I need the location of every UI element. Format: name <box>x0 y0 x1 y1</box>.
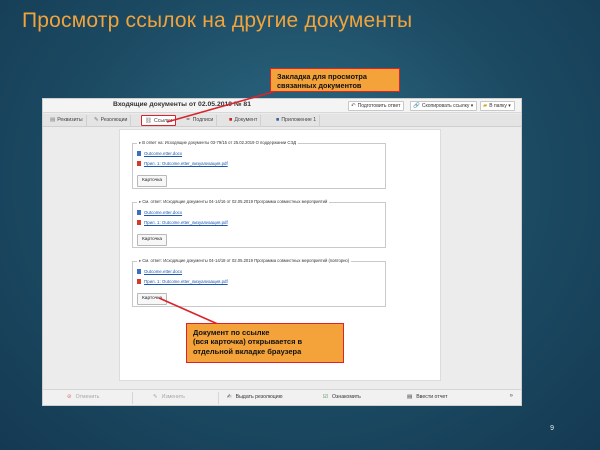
pdf-icon: ■ <box>229 117 233 123</box>
to-folder-button[interactable]: ▰ В папку ▾ <box>480 101 515 111</box>
resolution-icon: ✎ <box>94 117 99 123</box>
pdf-icon <box>137 220 141 225</box>
pdf-icon <box>137 161 141 166</box>
check-icon: ☑ <box>323 394 328 400</box>
enter-report-button[interactable]: ▤ Ввести отчет <box>407 394 448 400</box>
collapse-icon[interactable]: ▸ <box>139 199 141 204</box>
acquaint-button[interactable]: ☑ Ознакомить <box>323 394 361 400</box>
docx-icon <box>137 269 141 274</box>
toolbar-divider <box>218 392 219 404</box>
issue-resolution-button[interactable]: ✍ Выдать резолюцию <box>227 394 283 400</box>
file-link[interactable]: Outcome.etter.docx <box>137 269 182 274</box>
tab-resolutions[interactable]: ✎ Резолюции <box>91 115 132 126</box>
tab-signatures[interactable]: ✒ Подписи <box>183 115 218 126</box>
file-link[interactable]: Outcome.etter.docx <box>137 210 182 215</box>
more-actions-button[interactable]: » <box>510 393 513 399</box>
details-icon: ▤ <box>50 117 56 123</box>
link-group: ▸См. ответ: Исходящие документы 04-14/18… <box>132 258 386 307</box>
card-button[interactable]: Карточка <box>137 175 168 187</box>
collapse-icon[interactable]: ▸ <box>139 140 141 145</box>
tab-attachment[interactable]: ■ Приложение 1 <box>273 115 321 126</box>
slide-title: Просмотр ссылок на другие документы <box>22 9 413 32</box>
prepare-reply-button[interactable]: ↶ Подготовить ответ <box>348 101 405 111</box>
link-group: ▸См. ответ: Исходящие документы 04-14/16… <box>132 199 386 248</box>
file-link[interactable]: Прил. 1: Outcome.etter_визуализация.pdf <box>137 220 228 225</box>
link-group: ▸В ответ на: Исходящие документы 03-79/1… <box>132 140 386 189</box>
resolution-icon: ✍ <box>227 394 232 400</box>
tab-details[interactable]: ▤ Реквизиты <box>47 115 87 126</box>
file-link[interactable]: Outcome.etter.docx <box>137 151 182 156</box>
toolbar-divider <box>132 392 133 404</box>
link-icon: 🔗 <box>413 103 420 109</box>
tab-document[interactable]: ■ Документ <box>226 115 262 126</box>
report-icon: ▤ <box>407 394 413 400</box>
callout-links-tab: Закладка для просмотра связанных докумен… <box>270 68 400 92</box>
reply-icon: ↶ <box>351 103 356 109</box>
document-header: Входящие документы от 02.05.2019 № 81 ↶ П… <box>43 99 521 113</box>
link-group-legend: ▸В ответ на: Исходящие документы 03-79/1… <box>137 140 299 146</box>
page-number: 9 <box>550 425 554 432</box>
docx-icon <box>137 210 141 215</box>
pen-icon: ✒ <box>186 117 191 123</box>
edit-icon: ✎ <box>153 394 158 400</box>
edit-button[interactable]: ✎ Изменить <box>153 394 185 400</box>
link-icon: ⛓ <box>145 118 152 124</box>
folder-icon: ▰ <box>483 103 488 109</box>
tab-bar: ▤ Реквизиты ✎ Резолюции ⛓ Ссылки ✒ Подписи ■… <box>43 114 521 127</box>
docx-icon <box>137 151 141 156</box>
card-button[interactable]: Карточка <box>137 234 168 246</box>
link-group-legend: ▸См. ответ: Исходящие документы 04-14/16… <box>137 199 330 205</box>
document-title: Входящие документы от 02.05.2019 № 81 <box>113 101 251 108</box>
file-link[interactable]: Прил. 1: Outcome.etter_визуализация.pdf <box>137 279 228 284</box>
pdf-icon <box>137 279 141 284</box>
copy-link-button[interactable]: 🔗 Скопировать ссылку ▾ <box>410 101 478 111</box>
link-group-legend: ▸См. ответ: Исходящие документы 04-14/18… <box>137 258 352 264</box>
tab-links[interactable]: ⛓ Ссылки <box>141 115 177 126</box>
file-link[interactable]: Прил. 1: Outcome.etter_визуализация.pdf <box>137 161 228 166</box>
cancel-icon: ⊘ <box>67 394 72 400</box>
attachment-icon: ■ <box>276 117 280 123</box>
callout-card-opens: Документ по ссылке (вся карточка) открыв… <box>186 323 344 363</box>
cancel-button[interactable]: ⊘ Отменить <box>67 394 99 400</box>
collapse-icon[interactable]: ▸ <box>139 258 141 263</box>
action-toolbar: ⊘ Отменить ✎ Изменить ✍ Выдать резолюцию ☑ О… <box>43 389 521 405</box>
card-button[interactable]: Карточка <box>137 293 168 305</box>
